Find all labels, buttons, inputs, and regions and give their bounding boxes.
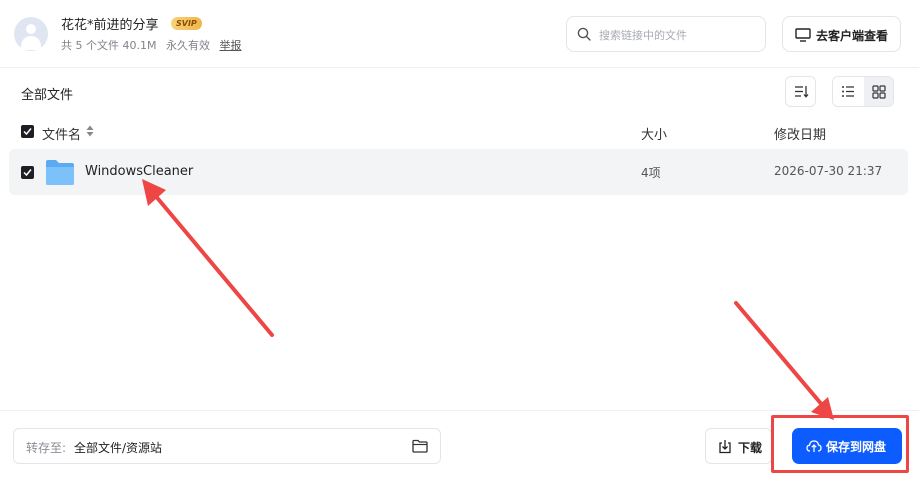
arrow-to-save [734,301,834,420]
arrow-to-file [142,179,274,337]
annotation-arrows [142,179,834,420]
